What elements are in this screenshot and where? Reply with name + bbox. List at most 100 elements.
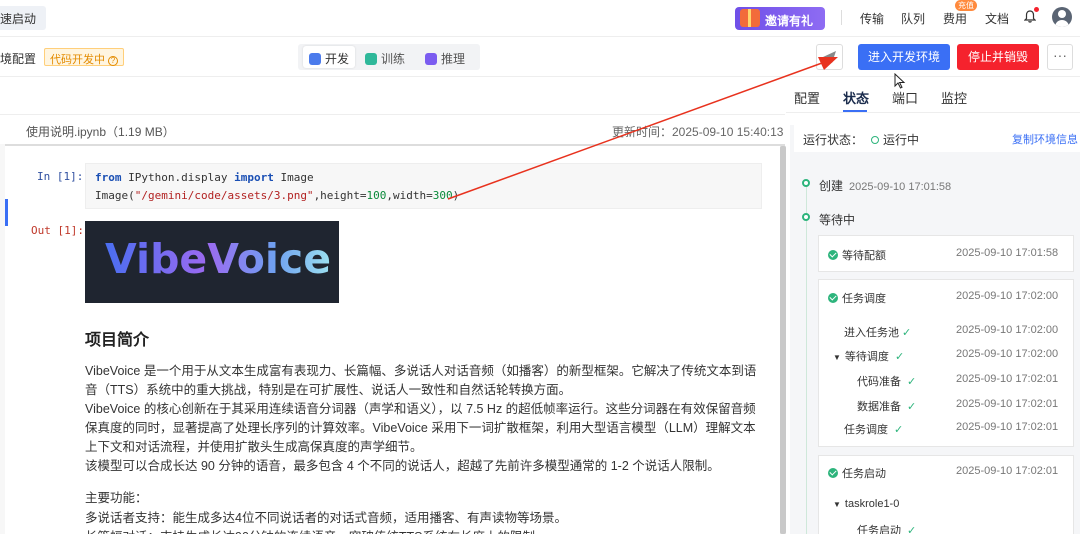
vibevoice-logo-text: VibeVoice xyxy=(105,235,332,283)
code-line: from IPython.display import Image xyxy=(95,169,761,187)
sub-step-label: 代码准备 xyxy=(857,376,901,388)
tab-develop[interactable]: 开发 xyxy=(303,46,356,68)
tab-ports[interactable]: 端口 xyxy=(892,88,918,107)
sub-step: 任务调度 ✓ xyxy=(844,421,903,437)
code-keyword: from xyxy=(95,171,122,184)
sub-step-time: 2025-09-10 17:02:00 xyxy=(956,324,1059,336)
intro-paragraph: 该模型可以合成长达 90 分钟的语音，最多包含 4 个不同的说话人，超越了先前许… xyxy=(85,459,720,473)
check-icon: ✓ xyxy=(902,327,912,339)
invite-button[interactable]: 邀请有礼 xyxy=(735,7,825,30)
code-number: 300 xyxy=(432,189,453,202)
sub-step-label: 进入任务池 xyxy=(844,327,899,339)
top-bar: 速启动 邀请有礼 传输 队列 费用 充值 文档 xyxy=(0,0,1080,37)
copy-env-info-link[interactable]: 复制环境信息 xyxy=(1012,131,1078,147)
tab-infer[interactable]: 推理 xyxy=(419,46,471,68)
infer-icon xyxy=(425,53,437,65)
timeline-created-label: 创建 xyxy=(819,179,844,193)
help-icon[interactable]: ? xyxy=(108,56,118,66)
card-label: 任务启动 xyxy=(828,465,886,481)
intro-paragraph: VibeVoice 是一个用于从文本生成富有表现力、长篇幅、多说话人对话音频（如… xyxy=(85,364,757,397)
sub-step-label: 等待调度 xyxy=(844,351,889,363)
card-time: 2025-09-10 17:02:00 xyxy=(956,290,1059,302)
more-button[interactable]: ··· xyxy=(1047,44,1073,70)
timeline-created-time: 2025-09-10 17:01:58 xyxy=(849,181,952,193)
gift-icon xyxy=(740,9,760,27)
sub-step-time: 2025-09-10 17:02:01 xyxy=(956,421,1059,433)
timeline-line xyxy=(806,186,807,534)
check-icon: ✓ xyxy=(891,424,904,436)
features-title: 主要功能： xyxy=(85,491,148,505)
tab-monitor[interactable]: 监控 xyxy=(941,88,967,107)
docs-link[interactable]: 文档 xyxy=(985,10,1009,27)
app-tab[interactable]: 速启动 xyxy=(0,6,47,30)
code-line: Image("/gemini/code/assets/3.png",height… xyxy=(95,187,761,205)
card-label: 任务调度 xyxy=(828,290,886,306)
check-icon: ✓ xyxy=(904,525,917,534)
sub-step-label: 任务启动 xyxy=(857,525,901,534)
stop-destroy-button[interactable]: 停止并销毁 xyxy=(957,44,1039,70)
sub-step: 进入任务池 ✓ xyxy=(844,324,911,340)
code-text: ) xyxy=(452,189,460,202)
tab-status[interactable]: 状态 xyxy=(843,88,869,107)
notification-dot xyxy=(1034,7,1039,12)
code-text: Image xyxy=(273,171,314,184)
divider xyxy=(0,114,785,115)
vibevoice-logo-image: VibeVoice xyxy=(85,221,339,303)
check-circle-icon xyxy=(828,293,838,303)
avatar[interactable] xyxy=(1052,7,1072,27)
code-text: ,height= xyxy=(313,189,367,202)
billing-link[interactable]: 费用 xyxy=(943,10,967,27)
sub-group[interactable]: ▼ taskrole1-0 xyxy=(833,498,899,510)
check-icon: ✓ xyxy=(904,376,917,388)
divider xyxy=(786,112,1080,113)
intro-paragraph: VibeVoice 的核心创新在于其采用连续语音分词器（声学和语义），以 7.5… xyxy=(85,402,756,454)
caret-down-icon: ▼ xyxy=(833,500,841,509)
sub-step[interactable]: ▼ 等待调度 ✓ xyxy=(833,348,904,364)
code-icon xyxy=(309,53,321,65)
output-prompt: Out [1]: xyxy=(31,224,84,237)
enter-dev-env-button[interactable]: 进入开发环境 xyxy=(858,44,950,70)
tab-config[interactable]: 配置 xyxy=(794,88,820,107)
caret-down-icon: ▼ xyxy=(833,353,841,362)
status-badge: 代码开发中? xyxy=(44,48,124,66)
sub-step-time: 2025-09-10 17:02:01 xyxy=(956,398,1059,410)
invite-label: 邀请有礼 xyxy=(765,14,814,28)
tab-train[interactable]: 训练 xyxy=(359,46,411,68)
tab-train-label: 训练 xyxy=(381,52,406,66)
notebook-scrollbar[interactable] xyxy=(780,146,786,534)
scrollbar-thumb[interactable] xyxy=(780,146,786,534)
bell-icon[interactable] xyxy=(1024,10,1036,23)
code-text: ,width= xyxy=(386,189,433,202)
tab-infer-label: 推理 xyxy=(441,52,466,66)
card-label-text: 任务启动 xyxy=(842,468,886,480)
check-circle-icon xyxy=(828,468,838,478)
timeline-dot xyxy=(802,213,810,221)
send-button[interactable] xyxy=(816,44,843,70)
env-toolbar: 境配置 代码开发中? 开发 训练 推理 进入开发环境 停止并销毁 ··· xyxy=(0,37,1080,77)
card-time: 2025-09-10 17:01:58 xyxy=(956,247,1059,259)
sub-group-label: taskrole1-0 xyxy=(844,498,900,510)
train-icon xyxy=(365,53,377,65)
timeline-dot xyxy=(802,179,810,187)
active-cell-marker xyxy=(5,199,8,226)
notebook-updated-time: 更新时间：2025-09-10 15:40:13 xyxy=(612,125,784,139)
code-cell[interactable]: from IPython.display import Image Image(… xyxy=(85,163,762,209)
notebook-filename: 使用说明.ipynb（1.19 MB） xyxy=(26,125,175,139)
card-label-text: 任务调度 xyxy=(842,293,886,305)
env-config-label: 境配置 xyxy=(0,52,37,66)
feature-item: 多说话者支持：能生成多达4位不同说话者的对话式音频，适用播客、有声读物等场景。 xyxy=(85,511,567,525)
section-title: 项目简介 xyxy=(85,332,150,349)
code-keyword: import xyxy=(234,171,274,184)
tab-develop-label: 开发 xyxy=(325,52,350,66)
check-circle-icon xyxy=(828,250,838,260)
timeline-created: 创建 2025-09-10 17:01:58 xyxy=(819,177,951,194)
send-icon xyxy=(823,51,836,63)
transfer-link[interactable]: 传输 xyxy=(860,10,884,27)
timeline-waiting: 等待中 xyxy=(819,213,856,227)
run-status-label: 运行状态： xyxy=(803,133,864,147)
card-time: 2025-09-10 17:02:01 xyxy=(956,465,1059,477)
divider xyxy=(0,144,785,146)
queue-link[interactable]: 队列 xyxy=(901,10,925,27)
mouse-cursor-icon xyxy=(894,73,906,89)
input-prompt: In [1]: xyxy=(37,170,84,183)
